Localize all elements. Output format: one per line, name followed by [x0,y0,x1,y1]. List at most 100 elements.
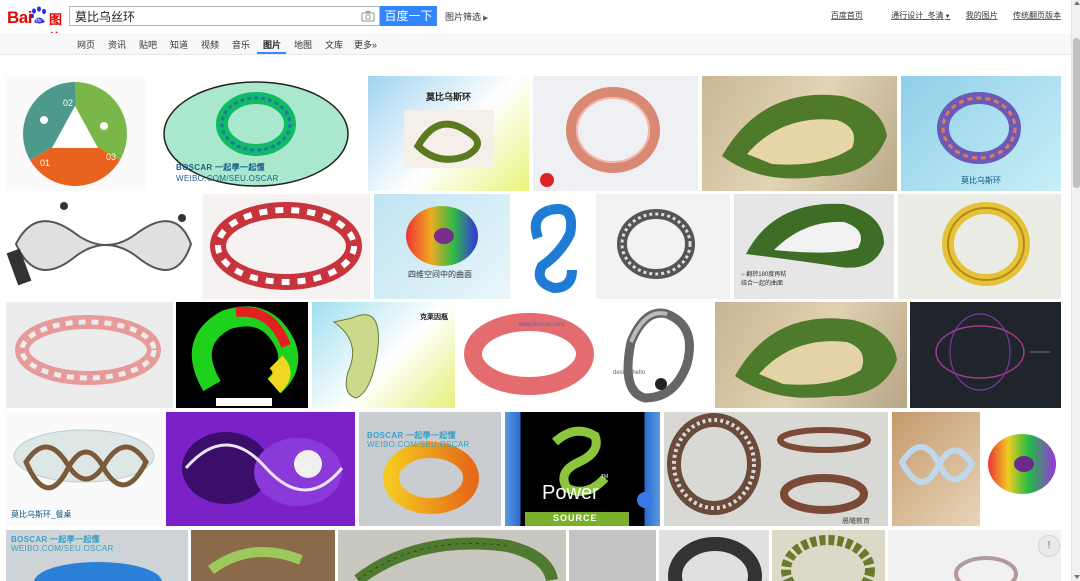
camera-icon[interactable] [361,10,375,22]
result-thumbnail [988,434,1056,494]
link-user-menu[interactable]: 通行设计_冬清▼ [878,11,950,20]
tab-more[interactable]: 更多» [354,38,377,51]
diagram-number: 02 [63,98,74,108]
image-result[interactable] [772,530,885,581]
image-caption: ○ 翻转180度再粘 [741,272,787,278]
image-result[interactable]: 莫比乌斯环 [901,76,1061,191]
image-result[interactable] [6,194,199,299]
tab-map[interactable]: 地图 [294,38,312,51]
image-result[interactable] [176,302,308,408]
image-result[interactable]: 莫比乌斯环_餐桌 [6,412,162,526]
image-result[interactable]: BOSCAR 一起學一起懂 WEIBO.COM/SEU.OSCAR [359,412,501,526]
caret-right-icon: ▶ [483,15,489,22]
image-result[interactable]: www.foocas.com [459,302,601,408]
image-result[interactable] [569,530,656,581]
image-result[interactable]: BOSCAR 一起學一起懂 WEIBO.COM/SEU.OSCAR [150,76,363,191]
image-result[interactable]: 02 01 03 [6,76,145,191]
result-thumbnail [668,537,762,581]
image-result[interactable] [715,302,907,408]
scroll-down-icon[interactable] [1074,575,1080,579]
watermark-text: 晨曦教育 [842,518,870,525]
image-result[interactable]: 莫比乌斯环 [368,76,529,191]
image-caption: 四维空间中的曲面 [408,270,472,279]
image-caption: 莫比乌斯环_餐桌 [11,510,72,519]
search-tabs: 网页 资讯 贴吧 知道 视频 音乐 图片 地图 文库 更多» [0,33,1080,55]
result-thumbnail [735,318,897,398]
image-result[interactable]: ○ 翻转180度再粘 结合一起的曲面 [734,194,894,299]
result-thumbnail [667,413,871,515]
result-thumbnail [464,313,594,395]
result-thumbnail [182,432,344,506]
image-result[interactable] [166,412,355,526]
tab-zhidao[interactable]: 知道 [170,38,188,51]
scroll-up-icon[interactable] [1074,1,1080,5]
watermark-text: WEIBO.COM/SEU.OSCAR [11,544,114,553]
image-result[interactable] [892,412,980,526]
tab-music[interactable]: 音乐 [232,38,250,51]
result-thumbnail [210,202,362,290]
result-thumbnail [722,94,887,179]
tab-wenku[interactable]: 文库 [325,38,343,51]
link-classic-version[interactable]: 传统翻页版本 [1013,11,1061,20]
image-result[interactable]: 克莱因瓶 [312,302,455,408]
image-title: 克莱因瓶 [420,314,448,321]
image-result[interactable] [338,530,566,581]
image-result[interactable] [888,530,1061,581]
diagram-number: 01 [40,158,51,168]
tab-images[interactable]: 图片 [263,38,281,51]
image-result[interactable] [203,194,370,299]
image-result[interactable] [514,194,592,299]
result-thumbnail [191,306,299,406]
result-thumbnail [6,202,193,286]
baidu-logo[interactable]: Bai du 图片 [7,6,65,46]
result-thumbnail [530,204,577,294]
image-result[interactable]: 晨曦教育 [664,412,888,526]
tab-news[interactable]: 资讯 [108,38,126,51]
image-result[interactable] [898,194,1061,299]
search-button[interactable]: 百度一下 [380,6,437,26]
image-result[interactable] [191,530,335,581]
result-thumbnail [935,313,1050,391]
result-thumbnail [617,209,695,279]
image-result[interactable] [702,76,897,191]
caret-down-icon: ▼ [944,14,951,20]
baidu-paw-icon: du [30,6,46,24]
image-result[interactable] [533,76,698,191]
image-result[interactable]: Power TM SOURCE [505,412,660,526]
logo-source-text: SOURCE [553,513,598,523]
image-result[interactable] [984,412,1061,526]
result-thumbnail [15,315,161,385]
image-result[interactable] [659,530,769,581]
link-baidu-home[interactable]: 百度首页 [831,11,863,20]
image-result[interactable] [596,194,730,299]
image-caption: 结合一起的曲面 [741,281,784,287]
result-thumbnail [540,87,660,187]
image-result[interactable] [910,302,1061,408]
link-my-images[interactable]: 我的图片 [966,11,998,20]
user-name: 通行设计_冬清 [891,11,944,20]
top-bar: Bai du 图片 百度一下 图片筛选▶ 百度首页 通行设计_冬清▼ 我的图片 … [0,0,1080,46]
result-thumbnail [942,202,1030,286]
image-result[interactable]: 四维空间中的曲面 [374,194,510,299]
svg-text:du: du [36,18,42,24]
search-input[interactable] [70,7,365,25]
scroll-thumb[interactable] [1073,38,1080,188]
result-thumbnail [781,535,875,581]
tab-video[interactable]: 视频 [201,38,219,51]
image-filter-link[interactable]: 图片筛选 ▶ [445,10,488,23]
watermark-url: design.hello [613,370,646,376]
image-title: 莫比乌斯环 [426,92,472,102]
image-result[interactable] [6,302,173,408]
result-thumbnail [937,92,1021,164]
image-result[interactable]: design.hello [605,302,712,408]
feedback-button[interactable]: ! [1038,535,1060,557]
diagram-number: 03 [106,152,117,162]
watermark-text: BOSCAR 一起學一起懂 [176,163,265,172]
image-caption: 莫比乌斯环 [961,176,1001,185]
tab-tieba[interactable]: 贴吧 [139,38,157,51]
result-thumbnail [23,82,127,186]
tab-web[interactable]: 网页 [77,38,95,51]
image-result[interactable]: BOSCAR 一起學一起懂 WEIBO.COM/SEU.OSCAR [6,530,188,581]
page-scrollbar[interactable] [1071,0,1080,581]
image-filter-label: 图片筛选 [445,12,482,22]
